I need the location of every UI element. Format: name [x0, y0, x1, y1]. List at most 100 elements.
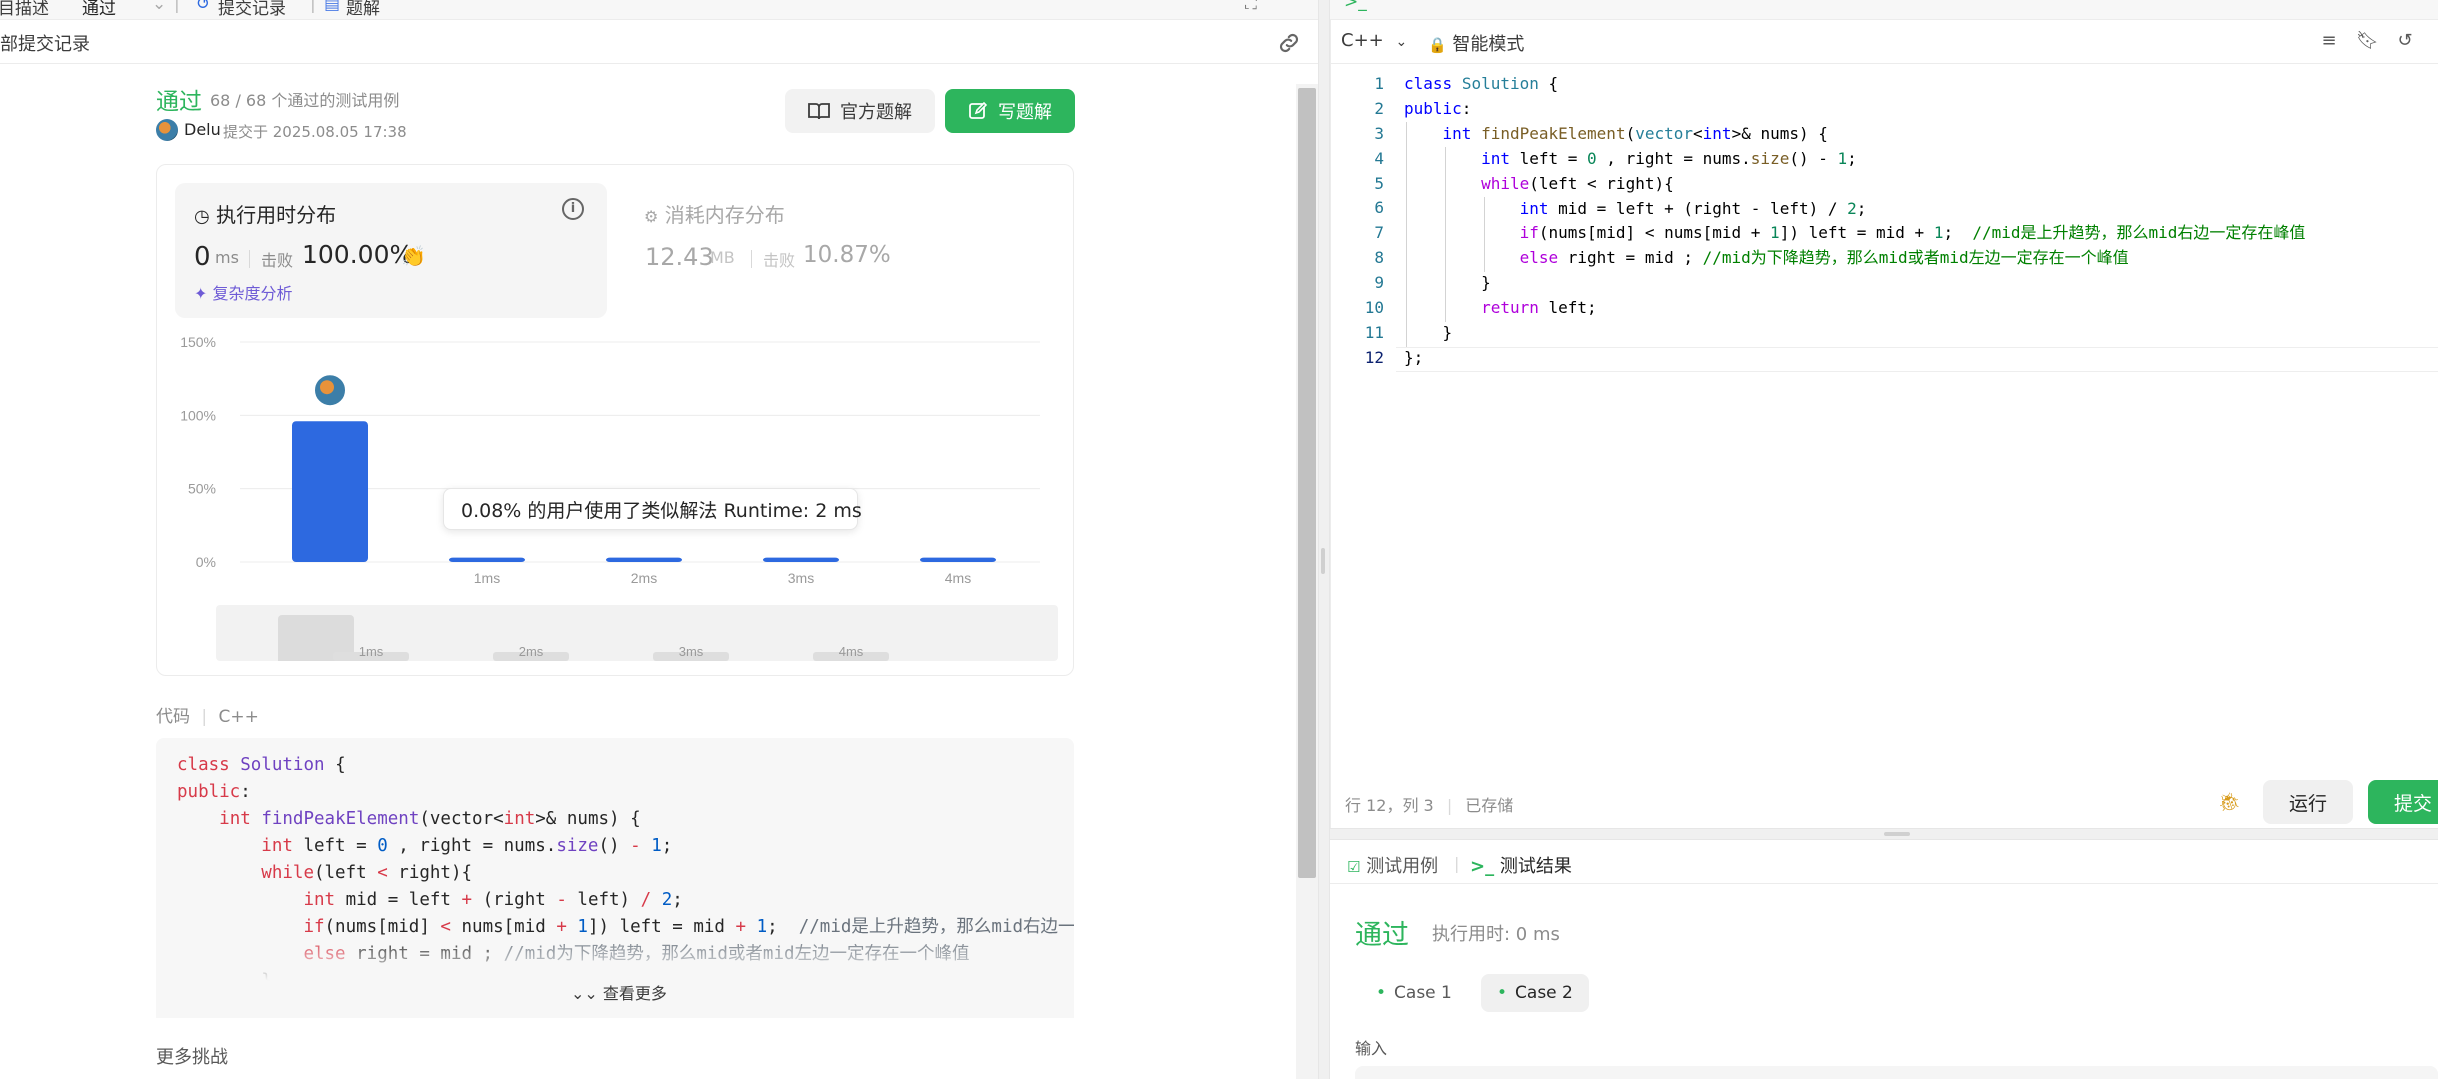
user-name[interactable]: Delu — [184, 120, 221, 139]
editor-code-text[interactable]: class Solution { public: int findPeakEle… — [1404, 72, 2305, 371]
left-scrollbar-thumb[interactable] — [1298, 88, 1316, 878]
result-runtime: 执行用时: 0 ms — [1432, 924, 1560, 945]
cursor-position: 行 12，列 3 — [1345, 796, 1434, 815]
chart-bar — [920, 557, 996, 562]
navigator-label: 4ms — [839, 644, 864, 659]
editor-status-bar: 行 12，列 3 | 已存储 — [1345, 796, 1514, 815]
memory-beat-value: 10.87% — [803, 242, 891, 268]
x-tick-label: 4ms — [945, 570, 971, 586]
link-icon[interactable] — [1276, 30, 1302, 56]
horizontal-resize-handle[interactable] — [1884, 832, 1910, 836]
navigator-label: 3ms — [679, 644, 704, 659]
editor-tab-strip: >_ — [1330, 0, 2438, 20]
divider — [249, 250, 250, 268]
tab-solutions[interactable]: 题解 — [346, 0, 380, 19]
line-number: 5 — [1374, 173, 1384, 193]
line-number: 9 — [1374, 273, 1384, 293]
language-select[interactable]: C++ ⌄ — [1341, 30, 1407, 51]
more-challenges-heading: 更多挑战 — [156, 1047, 228, 1068]
line-number: 8 — [1374, 248, 1384, 268]
debug-icon[interactable]: 🐞︎ — [2218, 792, 2241, 813]
runtime-beat-value: 100.00% — [302, 240, 414, 269]
x-tick-label: 3ms — [788, 570, 814, 586]
line-number: 12 — [1364, 347, 1384, 367]
pass-dot-icon: • — [1497, 983, 1508, 1003]
official-solution-label: 官方题解 — [840, 102, 912, 123]
view-more-button[interactable]: ⌄⌄ 查看更多 — [571, 980, 667, 1004]
memory-title[interactable]: ⚙ 消耗内存分布 — [644, 199, 785, 228]
write-solution-button[interactable]: 写题解 — [945, 89, 1075, 133]
tab-testcase[interactable]: ☑ 测试用例 — [1347, 852, 1438, 878]
runtime-value: 0 — [194, 242, 211, 272]
runtime-distribution-chart: 0% 50% 100% 150% 1ms 2ms 3ms 4ms — [180, 334, 1040, 586]
history-icon: ↺ — [196, 0, 211, 14]
chevron-down-icon[interactable]: ⌄ — [152, 0, 166, 14]
write-solution-label: 写题解 — [998, 102, 1052, 123]
double-chevron-down-icon: ⌄⌄ — [571, 984, 598, 1003]
user-avatar-marker-detail — [320, 380, 334, 395]
breadcrumb-all-submissions[interactable]: 部提交记录 — [0, 30, 90, 56]
breadcrumb: 部提交记录 — [0, 22, 1318, 64]
memory-beat-label: 击败 — [763, 251, 796, 270]
avatar[interactable] — [156, 119, 178, 141]
complexity-analysis-link[interactable]: ✦ 复杂度分析 — [194, 280, 293, 304]
chevron-up-icon[interactable]: ˆ — [1288, 0, 1297, 14]
bookmark-icon[interactable]: 🔖︎ — [2356, 30, 2379, 52]
chart-bar — [606, 557, 682, 562]
resize-handle[interactable] — [1321, 548, 1325, 574]
checkbox-icon: ☑ — [1347, 858, 1361, 876]
clock-icon: ◷ — [194, 206, 210, 227]
run-button[interactable]: 运行 — [2263, 780, 2353, 824]
chart-bar — [292, 421, 368, 562]
y-tick-label: 0% — [196, 554, 216, 570]
line-number: 2 — [1374, 98, 1384, 118]
terminal-icon: >_ — [1470, 856, 1495, 877]
navigator-label: 2ms — [519, 644, 544, 659]
pass-dot-icon: • — [1376, 983, 1387, 1003]
expand-icon[interactable]: ⛶ — [1245, 0, 1257, 14]
y-tick-label: 50% — [188, 481, 216, 497]
book-icon — [808, 103, 830, 120]
line-number-gutter: 1 2 3 4 5 6 7 8 9 10 11 12 — [1330, 72, 1384, 371]
navigator-bars: 1ms 2ms 3ms 4ms — [333, 644, 889, 661]
chevron-down-icon: ⌄ — [1395, 34, 1408, 50]
left-tab-strip: 目描述 通过 ⌄ | ↺ 提交记录 | ▤ 题解 ⛶ ˆ — [0, 0, 1318, 20]
tab-test-result[interactable]: >_ 测试结果 — [1470, 852, 1572, 878]
case-tab-2[interactable]: • Case 2 — [1481, 974, 1589, 1012]
chart-range-navigator[interactable]: 1ms 2ms 3ms 4ms — [216, 605, 1058, 661]
solution-icon: ▤ — [324, 0, 341, 14]
clap-icon: 👏 — [401, 244, 426, 268]
runtime-title: ◷ 执行用时分布 — [194, 203, 337, 227]
sparkle-icon: ✦ — [194, 284, 208, 303]
tab-problem[interactable]: 目描述 — [0, 0, 49, 19]
memory-unit: MB — [710, 248, 735, 267]
runtime-beat-label: 击败 — [261, 251, 294, 270]
line-number: 10 — [1364, 298, 1384, 318]
submit-button[interactable]: 提交 — [2368, 780, 2438, 824]
input-value-box — [1355, 1066, 2438, 1079]
tab-separator: | — [1454, 854, 1460, 873]
format-icon[interactable]: ≡ — [2318, 30, 2340, 52]
input-label: 输入 — [1355, 1039, 1388, 1058]
edit-icon — [969, 101, 988, 119]
chart-bar — [763, 557, 839, 562]
submit-time: 提交于 2025.08.05 17:38 — [223, 123, 407, 141]
x-tick-label: 2ms — [631, 570, 657, 586]
y-tick-label: 100% — [180, 407, 216, 423]
more-toolbar-icon[interactable]: ⋮ — [2428, 30, 2438, 52]
code-editor[interactable]: class Solution { public: int findPeakEle… — [1404, 72, 2305, 371]
tab-submissions[interactable]: 提交记录 — [218, 0, 286, 19]
tab-passed[interactable]: 通过 — [82, 0, 116, 19]
official-solution-button[interactable]: 官方题解 — [785, 89, 935, 133]
testcase-count: 68 / 68 个通过的测试用例 — [210, 91, 400, 110]
tab-separator: | — [174, 0, 180, 14]
reset-icon[interactable]: ↺ — [2394, 30, 2416, 52]
smart-mode-toggle[interactable]: 🔒 智能模式 — [1428, 30, 1524, 56]
code-label: 代码 | C++ — [156, 707, 259, 727]
chip-icon: ⚙ — [644, 207, 659, 226]
info-icon[interactable]: i — [562, 198, 584, 220]
panel-resizer[interactable] — [1318, 0, 1330, 1079]
code-language: C++ — [218, 707, 259, 727]
case-tab-1[interactable]: • Case 1 — [1360, 974, 1468, 1012]
submission-status: 通过 — [156, 89, 202, 115]
